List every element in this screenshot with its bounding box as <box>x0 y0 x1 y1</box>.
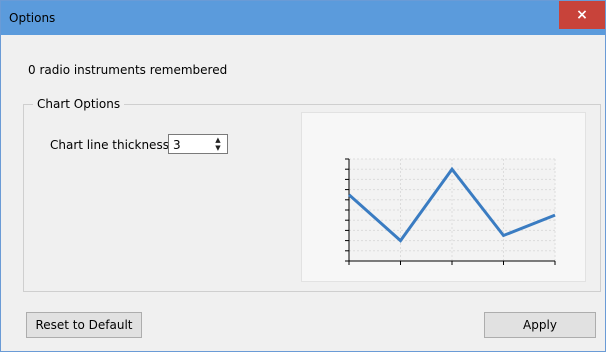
chart-preview-panel <box>301 112 586 282</box>
close-button[interactable]: × <box>559 1 605 29</box>
spin-down-icon[interactable]: ▼ <box>212 144 224 152</box>
plot-background <box>349 159 555 261</box>
apply-button[interactable]: Apply <box>484 312 596 338</box>
line-thickness-label: Chart line thickness: <box>50 138 173 152</box>
spin-up-icon[interactable]: ▲ <box>212 136 224 144</box>
line-thickness-value[interactable]: 3 <box>173 138 181 152</box>
reset-to-default-button[interactable]: Reset to Default <box>26 312 142 338</box>
line-thickness-spinner[interactable]: 3 ▲ ▼ <box>168 134 228 154</box>
window-title: Options <box>9 11 56 25</box>
options-dialog: Options × 0 radio instruments remembered… <box>0 0 606 352</box>
instruments-status-text: 0 radio instruments remembered <box>28 63 228 77</box>
close-icon: × <box>576 7 588 23</box>
title-bar[interactable]: Options × <box>1 1 605 35</box>
chart-options-legend: Chart Options <box>33 97 125 111</box>
chart-preview <box>345 158 556 265</box>
